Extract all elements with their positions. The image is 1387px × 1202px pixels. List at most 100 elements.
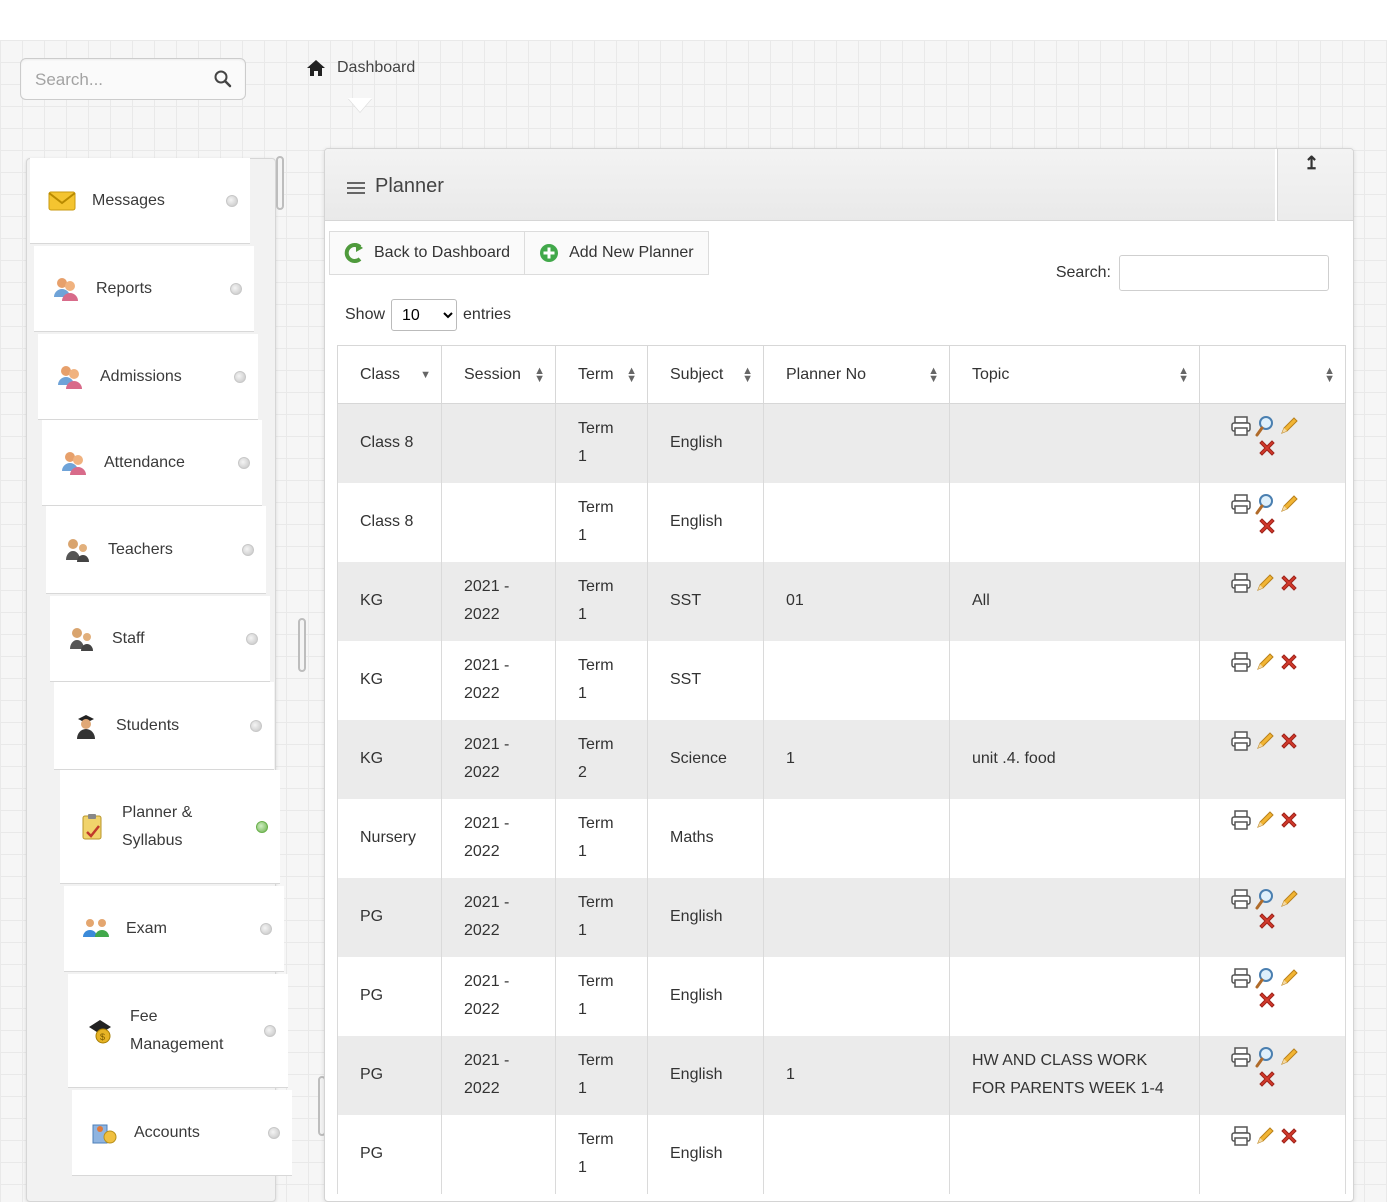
collapse-button[interactable]: ↥ xyxy=(1277,149,1353,221)
cell-actions xyxy=(1199,561,1346,641)
group-icon xyxy=(82,915,110,943)
breadcrumb-pointer xyxy=(348,98,372,112)
cell-session: 2021 - 2022 xyxy=(441,719,556,799)
cell-class: PG xyxy=(337,877,442,957)
edit-icon[interactable] xyxy=(1254,570,1280,598)
cell-term: Term 2 xyxy=(555,719,648,799)
cell-subject: English xyxy=(647,956,764,1036)
back-to-dashboard-label: Back to Dashboard xyxy=(374,244,511,261)
delete-icon[interactable] xyxy=(1278,728,1304,756)
delete-icon[interactable] xyxy=(1278,570,1304,598)
cell-planner-no xyxy=(763,1114,950,1194)
sidebar-item-fee-management[interactable]: $ Fee Management xyxy=(68,974,288,1088)
column-class[interactable]: Class ▼ xyxy=(337,345,442,404)
delete-icon[interactable] xyxy=(1256,987,1282,1015)
delete-icon[interactable] xyxy=(1256,908,1282,936)
edit-icon[interactable] xyxy=(1254,1123,1280,1151)
teacher-icon xyxy=(68,625,96,653)
cell-planner-no xyxy=(763,640,950,720)
delete-icon[interactable] xyxy=(1278,807,1304,835)
print-icon[interactable] xyxy=(1230,412,1256,440)
edit-icon[interactable] xyxy=(1254,649,1280,677)
sidebar-item-students[interactable]: Students xyxy=(54,682,274,770)
print-icon[interactable] xyxy=(1230,807,1256,835)
status-dot-icon xyxy=(238,456,250,469)
print-icon[interactable] xyxy=(1230,728,1256,756)
sidebar-item-reports[interactable]: Reports xyxy=(34,246,254,332)
edit-icon[interactable] xyxy=(1254,807,1280,835)
cell-planner-no xyxy=(763,403,950,483)
print-icon[interactable] xyxy=(1230,649,1256,677)
search-icon[interactable] xyxy=(213,69,233,89)
delete-icon[interactable] xyxy=(1278,1123,1304,1151)
sidebar-item-exam[interactable]: Exam xyxy=(64,886,284,972)
planner-panel: Planner ↥ Back to Dashboard Add New Plan… xyxy=(324,148,1354,1202)
delete-icon[interactable] xyxy=(1278,649,1304,677)
sidebar-scroll-handle[interactable] xyxy=(276,156,284,210)
planner-table: Class ▼ Session ▲ ▼ Term ▲ ▼ Subject ▲ ▼ Planne… xyxy=(337,345,1346,1194)
search-input[interactable] xyxy=(35,69,205,91)
print-icon[interactable] xyxy=(1230,1123,1256,1151)
panel-header: Planner xyxy=(325,149,1275,221)
arrow-up-icon: ↥ xyxy=(1304,153,1320,173)
table-search: Search: xyxy=(1056,255,1329,291)
column-planner-no[interactable]: Planner No ▲ ▼ xyxy=(763,345,950,404)
sidebar-search[interactable] xyxy=(20,58,246,100)
cell-topic xyxy=(949,640,1200,720)
delete-icon[interactable] xyxy=(1256,1066,1282,1094)
cell-session: 2021 - 2022 xyxy=(441,1035,556,1115)
add-new-planner-label: Add New Planner xyxy=(569,244,694,261)
edit-icon[interactable] xyxy=(1254,728,1280,756)
sidebar-item-accounts[interactable]: Accounts xyxy=(72,1090,292,1176)
cell-session xyxy=(441,1114,556,1194)
sidebar-item-teachers[interactable]: Teachers xyxy=(46,506,266,594)
cell-topic xyxy=(949,482,1200,562)
sort-desc-icon: ▼ xyxy=(420,368,431,381)
sidebar-item-planner-syllabus[interactable]: Planner & Syllabus xyxy=(60,770,280,884)
table-row: Class 8 Term 1 English xyxy=(337,482,1346,562)
cell-planner-no xyxy=(763,956,950,1036)
cell-class: PG xyxy=(337,1035,442,1115)
print-icon[interactable] xyxy=(1230,1044,1256,1072)
table-row: KG 2021 - 2022 Term 1 SST 01 All xyxy=(337,561,1346,641)
sidebar-item-label: Teachers xyxy=(108,540,173,558)
panel-toolbar: Back to Dashboard Add New Planner xyxy=(329,231,709,275)
sidebar-item-messages[interactable]: Messages xyxy=(30,158,250,244)
page-length-select[interactable]: 10 xyxy=(391,299,458,331)
content-scroll-handle[interactable] xyxy=(298,618,306,672)
breadcrumb[interactable]: Dashboard xyxy=(305,58,415,78)
breadcrumb-label[interactable]: Dashboard xyxy=(337,59,415,77)
status-dot-icon xyxy=(246,632,258,645)
delete-icon[interactable] xyxy=(1256,513,1282,541)
column-session[interactable]: Session ▲ ▼ xyxy=(441,345,556,404)
status-dot-icon xyxy=(260,922,272,935)
add-circle-icon xyxy=(540,244,559,262)
cell-term: Term 1 xyxy=(555,1114,648,1194)
add-new-planner-button[interactable]: Add New Planner xyxy=(525,231,709,275)
column-subject[interactable]: Subject ▲ ▼ xyxy=(647,345,764,404)
cell-term: Term 1 xyxy=(555,956,648,1036)
print-icon[interactable] xyxy=(1230,570,1256,598)
column-topic[interactable]: Topic ▲ ▼ xyxy=(949,345,1200,404)
sidebar-item-attendance[interactable]: Attendance xyxy=(42,420,262,506)
table-row: Nursery 2021 - 2022 Term 1 Maths xyxy=(337,798,1346,878)
sidebar-item-staff[interactable]: Staff xyxy=(50,596,270,682)
cell-session xyxy=(441,403,556,483)
sidebar-item-label: Students xyxy=(116,716,180,734)
print-icon[interactable] xyxy=(1230,491,1256,519)
panel-title: Planner xyxy=(375,175,444,197)
table-search-input[interactable] xyxy=(1119,255,1329,291)
column-term[interactable]: Term ▲ ▼ xyxy=(555,345,648,404)
column-actions[interactable]: ▲ ▼ xyxy=(1199,345,1346,404)
sidebar-item-admissions[interactable]: Admissions xyxy=(38,334,258,420)
print-icon[interactable] xyxy=(1230,886,1256,914)
show-label: Show xyxy=(345,306,386,323)
print-icon[interactable] xyxy=(1230,965,1256,993)
cell-class: KG xyxy=(337,640,442,720)
cell-topic xyxy=(949,403,1200,483)
cell-subject: English xyxy=(647,1114,764,1194)
back-to-dashboard-button[interactable]: Back to Dashboard xyxy=(329,231,526,275)
delete-icon[interactable] xyxy=(1256,434,1282,462)
users-icon xyxy=(60,449,88,477)
sort-icon: ▲ ▼ xyxy=(534,364,545,385)
